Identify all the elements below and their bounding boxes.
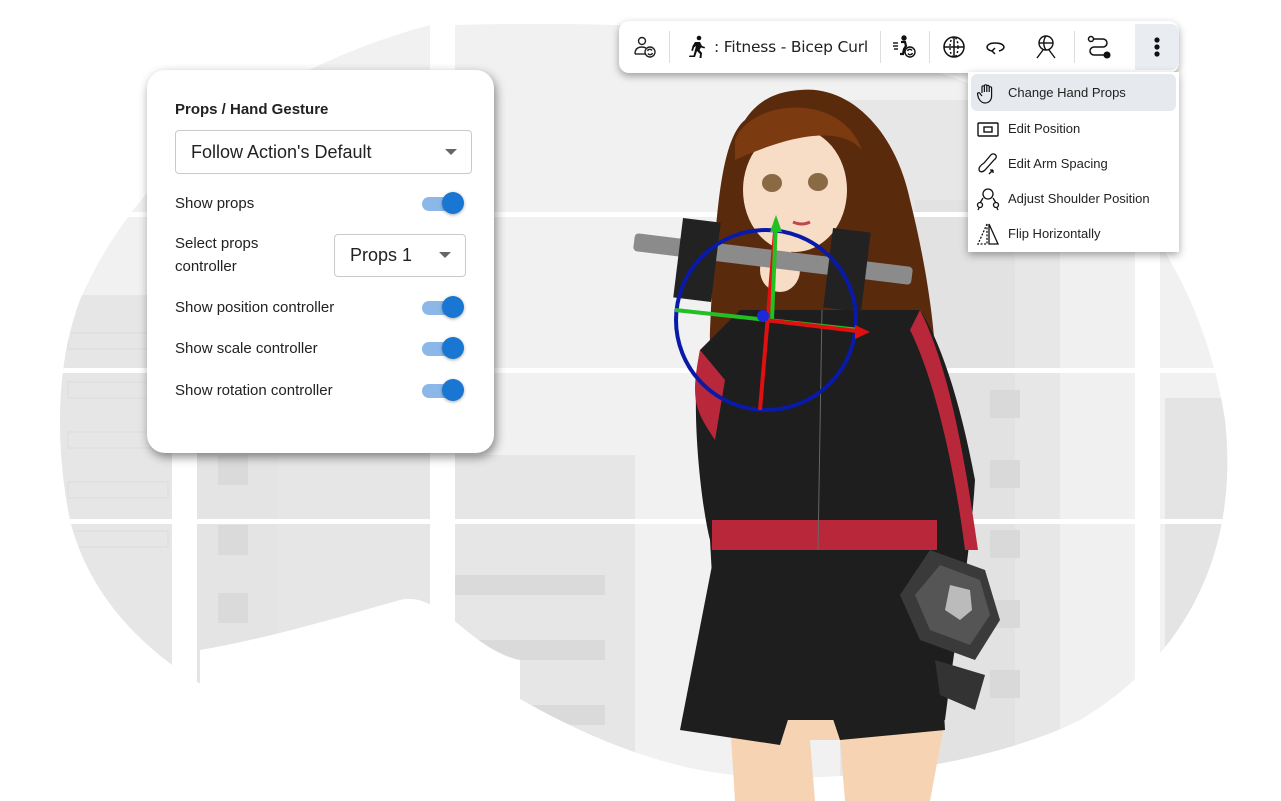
change-action-button[interactable]: [889, 31, 921, 63]
switch-avatar-button[interactable]: [629, 31, 661, 63]
toggle-thumb: [442, 192, 464, 214]
gizmo-center[interactable]: [757, 310, 769, 322]
running-person-icon: [689, 35, 705, 58]
running-refresh-icon: [892, 35, 916, 58]
hand-gesture-select-value: Follow Action's Default: [191, 141, 372, 162]
toggle-thumb: [442, 296, 464, 318]
menu-item-label: Edit Arm Spacing: [1008, 156, 1108, 171]
rotate-loop-icon: [986, 42, 1005, 55]
path-button[interactable]: [1083, 31, 1115, 63]
show-position-controller-toggle[interactable]: [422, 295, 464, 319]
show-scale-controller-toggle[interactable]: [422, 336, 464, 360]
show-position-controller-row: Show position controller: [175, 295, 466, 319]
user-refresh-icon: [634, 36, 656, 58]
toolbar-divider: [1073, 31, 1075, 63]
flip-horizontal-icon: [975, 221, 1001, 247]
props-controller-label: Select props controller: [175, 232, 258, 278]
show-scale-controller-label: Show scale controller: [175, 339, 318, 357]
props-controller-select-value: Props 1: [350, 244, 413, 265]
show-rotation-controller-toggle[interactable]: [422, 378, 464, 402]
toggle-thumb: [442, 379, 464, 401]
props-hand-gesture-panel: Props / Hand Gesture Follow Action's Def…: [147, 70, 494, 453]
props-controller-select[interactable]: Props 1: [334, 233, 466, 277]
head-tracking-button[interactable]: [1030, 31, 1062, 63]
hand-icon: [975, 80, 1001, 106]
show-props-row: Show props: [175, 191, 466, 215]
more-vertical-icon: [1154, 37, 1160, 57]
menu-item-label: Adjust Shoulder Position: [1008, 191, 1150, 206]
more-options-menu: Change Hand Props Edit Position Edit Arm…: [968, 72, 1179, 252]
app-stage: : Fitness - Bicep Curl Change Hand Props…: [0, 0, 1281, 801]
chevron-down-icon: [439, 252, 451, 258]
show-position-controller-label: Show position controller: [175, 298, 335, 316]
menu-item-edit-arm-spacing[interactable]: Edit Arm Spacing: [971, 146, 1176, 181]
toggle-thumb: [442, 337, 464, 359]
eye-right: [808, 173, 828, 191]
menu-item-label: Flip Horizontally: [1008, 226, 1101, 241]
current-action-label: : Fitness - Bicep Curl: [714, 38, 868, 56]
toolbar-divider: [928, 31, 930, 63]
frame-position-icon: [975, 116, 1001, 142]
panel-title: Props / Hand Gesture: [175, 101, 329, 118]
show-scale-controller-row: Show scale controller: [175, 336, 466, 360]
globe-icon: [943, 36, 965, 58]
hand-gesture-select[interactable]: Follow Action's Default: [175, 130, 472, 174]
arm-spacing-icon: [975, 151, 1001, 177]
shoulder-icon: [975, 186, 1001, 212]
avatar-3d-model[interactable]: [600, 80, 1020, 801]
eye-left: [762, 174, 782, 192]
show-props-toggle[interactable]: [422, 191, 464, 215]
view-globe-button[interactable]: [938, 31, 970, 63]
head-tracking-icon: [1036, 35, 1056, 59]
menu-item-change-hand-props[interactable]: Change Hand Props: [971, 74, 1176, 111]
current-action-button[interactable]: : Fitness - Bicep Curl: [678, 27, 872, 67]
props-controller-label-line1: Select props: [175, 235, 259, 252]
menu-item-flip-horizontally[interactable]: Flip Horizontally: [971, 216, 1176, 251]
show-props-label: Show props: [175, 194, 255, 212]
show-rotation-controller-row: Show rotation controller: [175, 378, 466, 402]
path-route-icon: [1087, 35, 1111, 59]
rotate-button[interactable]: [980, 31, 1012, 63]
props-controller-row: Select props controller Props 1: [175, 232, 466, 278]
toolbar-divider: [669, 31, 670, 63]
chevron-down-icon: [445, 149, 457, 155]
menu-item-label: Change Hand Props: [1008, 85, 1126, 100]
top-toolbar: : Fitness - Bicep Curl: [619, 21, 1179, 73]
menu-item-edit-position[interactable]: Edit Position: [971, 111, 1176, 146]
props-controller-label-line2: controller: [175, 258, 237, 275]
toolbar-divider: [879, 31, 881, 63]
jacket-hem: [712, 520, 937, 550]
menu-item-adjust-shoulder[interactable]: Adjust Shoulder Position: [971, 181, 1176, 216]
menu-item-label: Edit Position: [1008, 121, 1081, 136]
more-options-button[interactable]: [1135, 24, 1179, 70]
show-rotation-controller-label: Show rotation controller: [175, 381, 333, 399]
